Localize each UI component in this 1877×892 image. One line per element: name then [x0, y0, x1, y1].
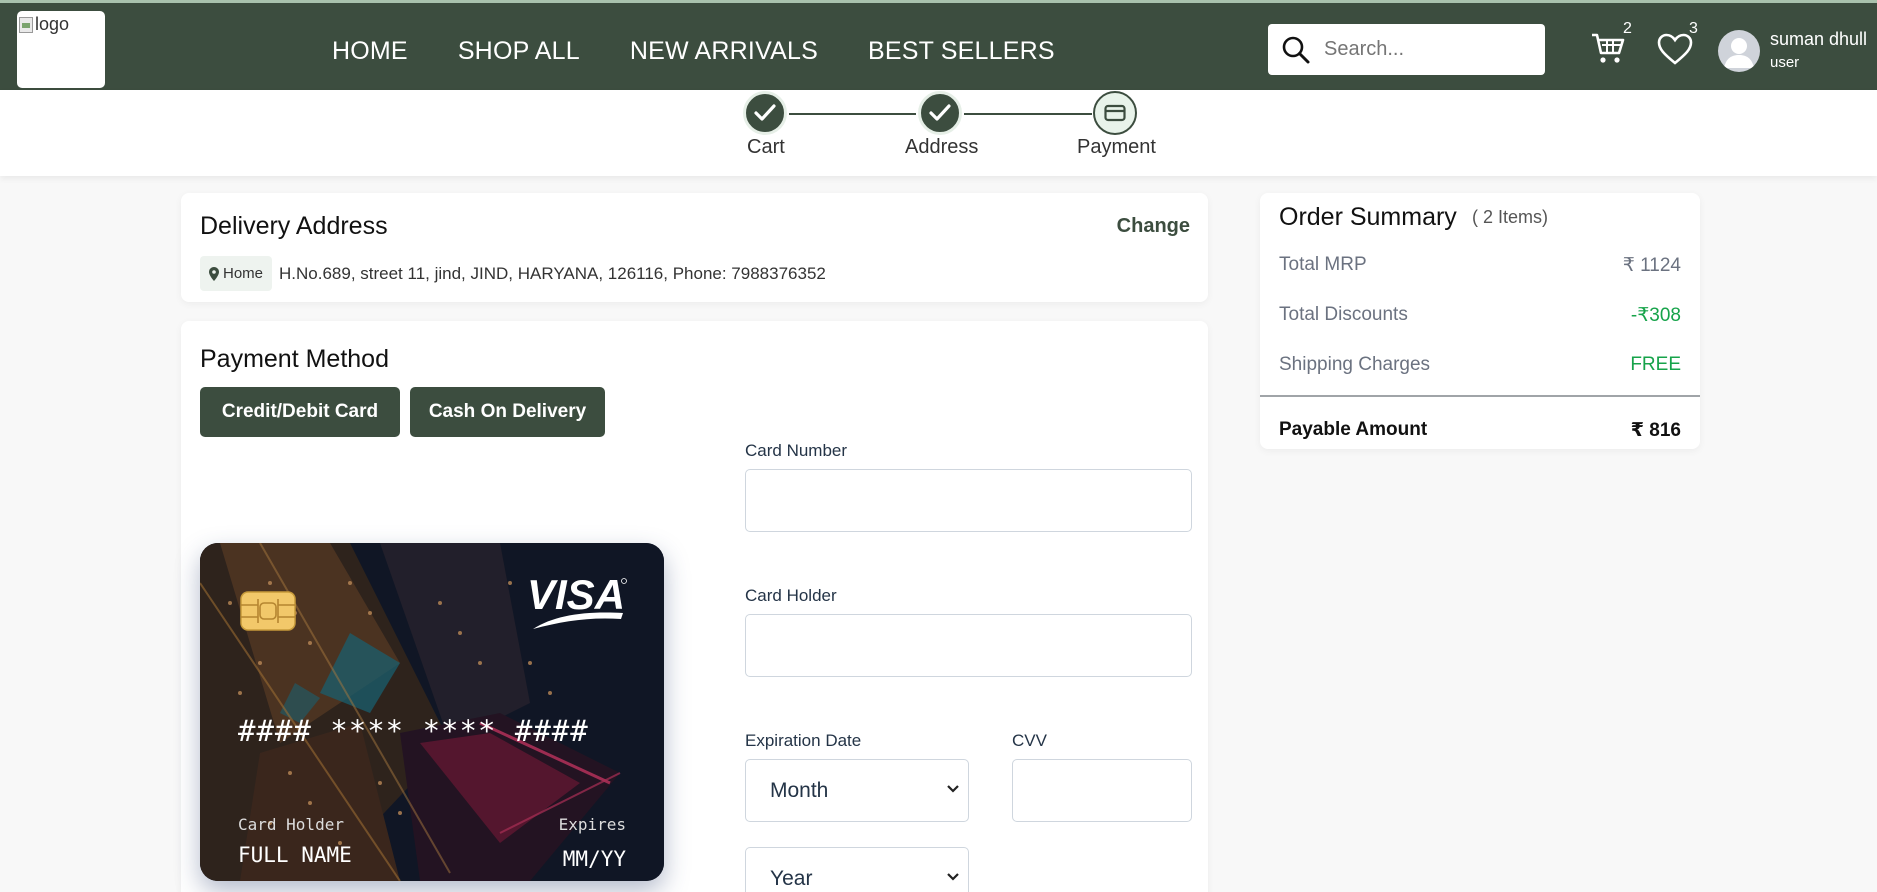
- payable-amount-value: ₹ 816: [1630, 420, 1681, 441]
- summary-row-label: Total Discounts: [1279, 304, 1408, 325]
- delivery-title: Delivery Address: [200, 212, 388, 240]
- summary-row-label: Total MRP: [1279, 254, 1367, 275]
- year-select-value: Year: [770, 866, 813, 890]
- card-number-label: Card Number: [745, 441, 848, 460]
- delivery-address-card: Delivery Address Change Home H.No.689, s…: [181, 193, 1208, 302]
- order-summary-title: Order Summary: [1279, 203, 1457, 231]
- payment-method-card: Payment Method Credit/Debit Card Cash On…: [181, 321, 1208, 892]
- expiration-date-label: Expiration Date: [745, 731, 862, 750]
- cvv-label: CVV: [1012, 731, 1047, 750]
- broken-image-icon: logo: [19, 14, 69, 35]
- card-holder-preview-label: Card Holder: [238, 815, 344, 834]
- card-chip-icon: [240, 591, 296, 631]
- cart-icon[interactable]: [1590, 31, 1626, 70]
- month-select-value: Month: [770, 778, 829, 802]
- step-connector: [789, 113, 916, 115]
- payment-title: Payment Method: [200, 345, 389, 373]
- address-tag-label: Home: [223, 265, 264, 282]
- summary-row-value: ₹ 1124: [1622, 255, 1681, 276]
- year-select[interactable]: Year: [745, 847, 969, 892]
- logo-alt-text: logo: [35, 14, 70, 34]
- step-label-payment: Payment: [1077, 136, 1156, 158]
- payable-amount-row: Payable Amount ₹ 816: [1279, 419, 1681, 442]
- summary-divider: [1260, 395, 1700, 397]
- logo[interactable]: logo: [17, 11, 105, 88]
- search-icon[interactable]: [1274, 24, 1318, 75]
- step-payment-card-icon: [1093, 91, 1137, 135]
- step-cart-check-icon: [743, 91, 787, 135]
- chevron-down-icon: [947, 873, 959, 881]
- nav-shop-all[interactable]: SHOP ALL: [458, 37, 580, 66]
- visa-logo: VISA: [527, 571, 627, 629]
- search-box: [1268, 24, 1545, 75]
- card-preview: VISA #### **** **** #### Card Holder FUL…: [200, 543, 664, 881]
- search-input[interactable]: [1324, 38, 1534, 61]
- change-address-button[interactable]: Change: [1117, 215, 1190, 238]
- address-tag: Home: [200, 256, 273, 291]
- card-number-preview: #### **** **** ####: [238, 714, 589, 748]
- chevron-down-icon: [947, 785, 959, 793]
- cart-count-badge: 2: [1623, 20, 1632, 37]
- order-summary-card: Order Summary ( 2 Items) Total MRP ₹ 112…: [1260, 193, 1700, 449]
- visa-logo-text: VISA: [527, 571, 625, 618]
- nav-home[interactable]: HOME: [332, 37, 408, 66]
- summary-row-label: Shipping Charges: [1279, 354, 1431, 375]
- summary-row-total-discounts: Total Discounts -₹308: [1279, 304, 1681, 327]
- nav-new-arrivals[interactable]: NEW ARRIVALS: [630, 37, 818, 66]
- card-holder-preview-value: FULL NAME: [238, 843, 352, 867]
- main-nav: HOME SHOP ALL NEW ARRIVALS BEST SELLERS: [332, 37, 1055, 66]
- step-address-check-icon: [918, 91, 962, 135]
- summary-row-value: FREE: [1630, 354, 1681, 375]
- wishlist-count-badge: 3: [1689, 20, 1698, 37]
- month-select[interactable]: Month: [745, 759, 969, 822]
- summary-row-total-mrp: Total MRP ₹ 1124: [1279, 254, 1681, 277]
- user-name[interactable]: suman dhull: [1770, 29, 1867, 50]
- address-text: H.No.689, street 11, jind, JIND, HARYANA…: [279, 264, 826, 283]
- credit-debit-card-button[interactable]: Credit/Debit Card: [200, 387, 400, 437]
- step-connector: [964, 113, 1092, 115]
- step-label-address: Address: [905, 136, 979, 158]
- expires-preview-label: Expires: [558, 815, 626, 834]
- payable-amount-label: Payable Amount: [1279, 419, 1428, 440]
- cvv-input[interactable]: [1012, 759, 1192, 822]
- cash-on-delivery-button[interactable]: Cash On Delivery: [410, 387, 605, 437]
- checkout-stepper: Cart Address Payment: [0, 90, 1877, 176]
- step-label-cart: Cart: [747, 136, 785, 158]
- summary-row-shipping: Shipping Charges FREE: [1279, 354, 1681, 376]
- card-number-input[interactable]: [745, 469, 1192, 532]
- nav-best-sellers[interactable]: BEST SELLERS: [868, 37, 1055, 66]
- user-role: user: [1770, 54, 1800, 71]
- summary-row-value: -₹308: [1630, 305, 1681, 326]
- avatar[interactable]: [1718, 30, 1760, 72]
- map-pin-icon: [209, 266, 219, 281]
- items-count: ( 2 Items): [1472, 207, 1549, 227]
- card-holder-label: Card Holder: [745, 586, 837, 605]
- expires-preview-value: MM/YY: [562, 847, 626, 871]
- card-holder-input[interactable]: [745, 614, 1192, 677]
- top-navbar: logo HOME SHOP ALL NEW ARRIVALS BEST SEL…: [0, 0, 1877, 90]
